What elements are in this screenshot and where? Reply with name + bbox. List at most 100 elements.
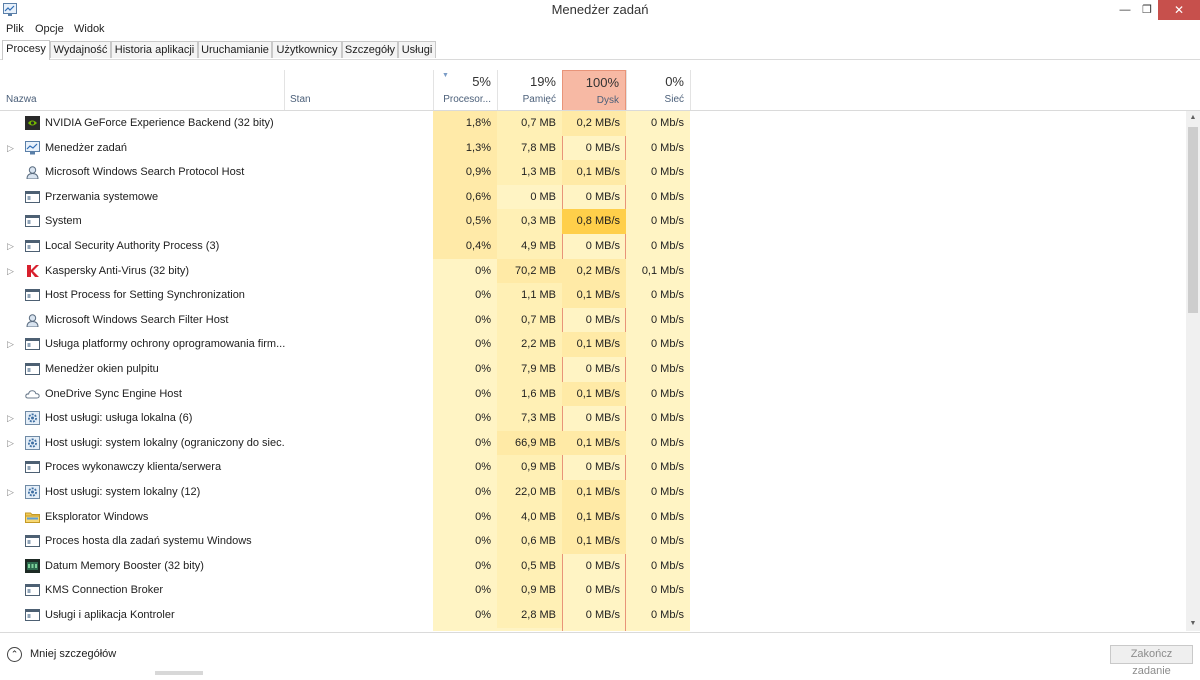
process-name: Przerwania systemowe [45, 190, 159, 203]
cpu-value: 0% [475, 559, 491, 572]
process-row[interactable]: OneDrive Sync Engine Host 0% 1,6 MB 0,1 MB/… [0, 381, 1186, 407]
fewer-details-link[interactable]: Mniej szczegółów [30, 648, 116, 660]
folder-icon [25, 510, 40, 524]
memory-value: 2,2 MB [497, 332, 562, 357]
network-value: 0 Mb/s [650, 461, 684, 474]
process-row[interactable]: NVIDIA GeForce Experience Backend (32 bi… [0, 111, 1186, 136]
tab-details[interactable]: Szczegóły [342, 41, 398, 58]
column-divider [690, 70, 691, 110]
column-name[interactable]: Nazwa [0, 70, 284, 110]
column-disk[interactable]: 100% Dysk [562, 70, 626, 110]
menu-options[interactable]: Opcje [35, 21, 64, 38]
process-name: Host usługi: system lokalny (ograniczony… [45, 436, 285, 449]
network-value: 0 Mb/s [650, 190, 684, 203]
process-row[interactable]: Datum Memory Booster (32 bity) 0% 0,5 MB 0 … [0, 553, 1186, 579]
cpu-value: 0% [475, 264, 491, 277]
scroll-up-arrow-icon[interactable]: ▲ [1186, 111, 1200, 125]
expand-arrow-icon[interactable]: ▷ [7, 136, 14, 161]
process-name: Host Process for Setting Synchronization [45, 289, 245, 302]
memory-value: 2,8 MB [497, 603, 562, 628]
disk-value: 0,1 MB/s [562, 160, 626, 185]
network-value: 0,1 Mb/s [641, 264, 684, 277]
process-row[interactable]: ▷ Kaspersky Anti-Virus (32 bity) 0% 70,2 MB… [0, 258, 1186, 284]
memory-value: 1,1 MB [497, 283, 562, 308]
process-name: Eksplorator Windows [45, 510, 149, 523]
process-row[interactable]: ▷ Host usługi: usługa lokalna (6) 0% 7,3 MB… [0, 406, 1186, 431]
expand-arrow-icon[interactable]: ▷ [7, 234, 14, 259]
tab-performance[interactable]: Wydajność [50, 41, 111, 58]
expand-arrow-icon[interactable]: ▷ [7, 406, 14, 431]
process-row[interactable]: ▷ Host usługi: system lokalny (12) 0% 22,0 … [0, 480, 1186, 505]
cpu-value: 0,4% [433, 234, 497, 259]
expand-arrow-icon[interactable]: ▷ [7, 259, 14, 284]
memory-value: 0,3 MB [497, 209, 562, 234]
cpu-value: 0% [475, 412, 491, 425]
scroll-thumb[interactable] [1188, 127, 1198, 313]
chevron-up-circle-icon[interactable]: ⌃ [7, 647, 22, 662]
tab-app-history[interactable]: Historia aplikacji [111, 41, 198, 58]
process-row[interactable]: Microsoft Windows Search Filter Host 0% 0,… [0, 307, 1186, 333]
process-row[interactable]: ▷ Local Security Authority Process (3) 0,4… [0, 234, 1186, 259]
tab-services[interactable]: Usługi [398, 41, 436, 58]
scroll-down-arrow-icon[interactable]: ▼ [1186, 617, 1200, 631]
memory-value: 4,9 MB [497, 234, 562, 259]
cpu-value: 0% [475, 436, 491, 449]
process-row[interactable]: ▷ Usługa platformy ochrony oprogramowania… [0, 332, 1186, 357]
process-row[interactable]: Usługi i aplikacja Kontroler 0% 2,8 MB 0 MB… [0, 603, 1186, 628]
process-row[interactable]: Przerwania systemowe 0,6% 0 MB 0 MB/s 0 Mb/s [0, 184, 1186, 210]
process-row[interactable]: Eksplorator Windows 0% 4,0 MB 0,1 MB/s 0 Mb/… [0, 504, 1186, 530]
process-row[interactable]: ▷ Menedżer zadań 1,3% 7,8 MB 0 MB/s 0 Mb/s [0, 135, 1186, 161]
system-window-icon [25, 190, 40, 204]
process-row[interactable]: Menedżer okien pulpitu 0% 7,9 MB 0 MB/s 0 Mb… [0, 357, 1186, 382]
close-button[interactable]: ✕ [1158, 0, 1200, 20]
column-disk-label: Dysk [596, 95, 619, 106]
system-window-icon [25, 239, 40, 253]
column-memory[interactable]: 19% Pamięć [497, 70, 562, 110]
expand-arrow-icon[interactable]: ▷ [7, 332, 14, 357]
process-name: Menedżer zadań [45, 141, 127, 154]
menu-file[interactable]: Plik [6, 21, 24, 38]
disk-value: 0,1 MB/s [562, 430, 626, 456]
process-row[interactable]: Proces hosta dla zadań systemu Windows 0%… [0, 529, 1186, 554]
cpu-value: 0% [475, 289, 491, 302]
memory-value: 7,8 MB [497, 135, 562, 161]
process-name: KMS Connection Broker [45, 584, 163, 597]
process-name: Usługa platformy ochrony oprogramowania … [45, 338, 285, 351]
disk-value: 0 MB/s [585, 190, 620, 203]
column-network[interactable]: 0% Sieć [626, 70, 690, 110]
restore-button[interactable]: ❐ [1134, 0, 1160, 20]
memory-booster-icon [25, 558, 40, 573]
network-value: 0 Mb/s [650, 584, 684, 597]
process-row[interactable]: Microsoft Windows Search Protocol Host 0,… [0, 160, 1186, 185]
column-status[interactable]: Stan [284, 70, 433, 110]
process-row[interactable]: Proces wykonawczy klienta/serwera 0% 0,9 M… [0, 455, 1186, 480]
process-row[interactable]: Host Process for Setting Synchronization… [0, 283, 1186, 308]
process-name: Host usługi: system lokalny (12) [45, 486, 201, 498]
process-name: Microsoft Windows Search Protocol Host [45, 166, 245, 179]
vertical-scrollbar[interactable]: ▲ ▼ [1186, 111, 1200, 631]
process-row[interactable]: KMS Connection Broker 0% 0,9 MB 0 MB/s 0 Mb/… [0, 578, 1186, 603]
system-window-icon [25, 288, 40, 302]
expand-arrow-icon[interactable]: ▷ [7, 431, 14, 456]
tab-startup[interactable]: Uruchamianie [198, 41, 272, 58]
cpu-value: 0% [475, 338, 491, 351]
process-row[interactable]: System 0,5% 0,3 MB 0,8 MB/s 0 Mb/s [0, 209, 1186, 234]
memory-value: 0,9 MB [497, 455, 562, 480]
nvidia-icon [25, 116, 40, 130]
disk-value: 0,2 MB/s [562, 111, 626, 136]
menu-view[interactable]: Widok [74, 21, 105, 38]
end-task-button[interactable]: Zakończ zadanie [1110, 645, 1193, 677]
memory-value: 0,6 MB [497, 529, 562, 554]
tab-users[interactable]: Użytkownicy [272, 41, 342, 58]
memory-value: 0,9 MB [497, 578, 562, 603]
memory-value: 1,3 MB [497, 160, 562, 185]
disk-value: 0,1 MB/s [562, 504, 626, 530]
task-manager-icon [25, 140, 40, 155]
network-value: 0 Mb/s [650, 166, 684, 179]
process-row[interactable]: ▷ Host usługi: system lokalny (ograniczon… [0, 430, 1186, 456]
expand-arrow-icon[interactable]: ▷ [7, 480, 14, 505]
tab-processes[interactable]: Procesy [2, 40, 50, 60]
process-name: OneDrive Sync Engine Host [45, 387, 182, 400]
memory-value: 70,2 MB [497, 258, 562, 284]
disk-value: 0 MB/s [585, 559, 620, 572]
